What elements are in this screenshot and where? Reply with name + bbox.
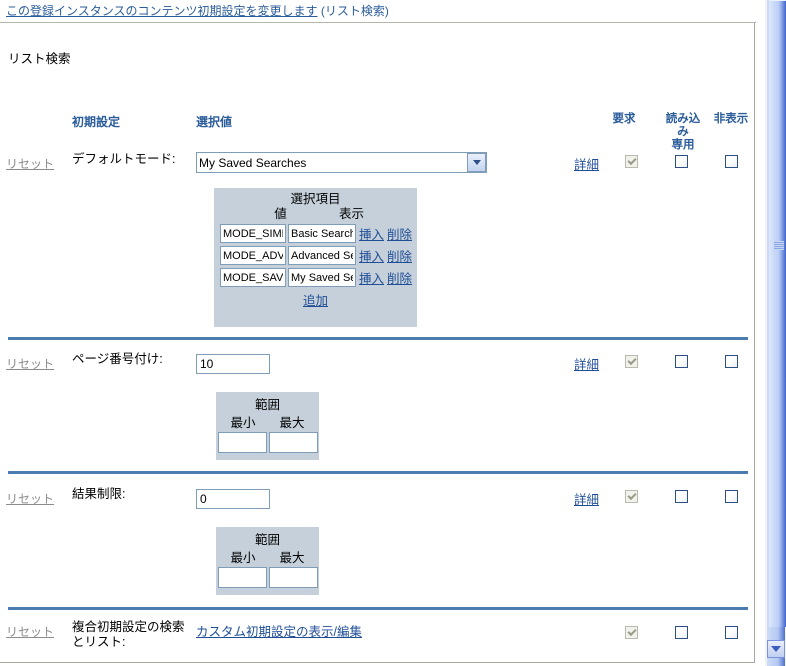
range-max-input[interactable] [268, 567, 318, 588]
insert-link[interactable]: 挿入 [359, 224, 384, 243]
choices-col-display: 表示 [338, 207, 364, 221]
choice-value-input[interactable] [220, 224, 286, 243]
readonly-checkbox-result-limit[interactable] [675, 490, 688, 503]
range-panel-result-limit: 範囲 最小 最大 [216, 527, 319, 595]
hidden-checkbox-composite-defaults[interactable] [725, 626, 738, 639]
row-divider [8, 471, 748, 474]
reset-link-default-mode[interactable]: リセット [6, 155, 54, 172]
result-limit-input[interactable] [196, 489, 270, 509]
choice-display-input[interactable] [288, 224, 356, 243]
delete-link[interactable]: 削除 [387, 268, 412, 287]
row-divider [8, 607, 748, 610]
range-panel-pagination: 範囲 最小 最大 [216, 392, 319, 460]
hidden-checkbox-pagination[interactable] [725, 355, 738, 368]
range-min-label: 最小 [230, 416, 256, 430]
field-label-result-limit: 結果制限: [72, 487, 126, 501]
reset-link-pagination[interactable]: リセット [6, 355, 54, 372]
choices-panel-title: 選択項目 [290, 192, 341, 206]
hidden-checkbox-default-mode[interactable] [725, 155, 738, 168]
page-root: この登録インスタンスのコンテンツ初期設定を変更します (リスト検索) リスト検索… [0, 0, 786, 666]
detail-link-pagination[interactable]: 詳細 [574, 354, 599, 373]
required-checkbox-composite-defaults [625, 626, 638, 639]
choices-col-value: 値 [274, 207, 287, 221]
hidden-checkbox-result-limit[interactable] [725, 490, 738, 503]
column-header-readonly-line2: み [677, 126, 689, 138]
reset-link-result-limit[interactable]: リセット [6, 490, 54, 507]
add-choice-link[interactable]: 追加 [214, 290, 417, 309]
detail-link-result-limit[interactable]: 詳細 [574, 489, 599, 508]
choice-row: 挿入 削除 [220, 224, 417, 243]
field-label-composite-defaults: 複合初期設定の検索とリスト: [72, 620, 185, 649]
choices-grid: 挿入 削除 挿入 削除 挿入 削除 [214, 224, 417, 287]
choice-row: 挿入 削除 [220, 246, 417, 265]
pagination-input[interactable] [196, 354, 270, 374]
insert-link[interactable]: 挿入 [359, 268, 384, 287]
column-header-readonly-line3: 専用 [671, 139, 695, 151]
column-header-selected-value: 選択値 [196, 115, 233, 129]
choice-display-input[interactable] [288, 268, 356, 287]
change-content-defaults-link[interactable]: この登録インスタンスのコンテンツ初期設定を変更します [6, 4, 318, 18]
page-title-suffix: (リスト検索) [320, 4, 389, 18]
insert-link[interactable]: 挿入 [359, 246, 384, 265]
scrollbar-grip-icon [774, 241, 784, 250]
choice-display-input[interactable] [288, 246, 356, 265]
range-panel-columns: 最小 最大 [216, 412, 319, 431]
scrollbar-track[interactable] [767, 0, 786, 666]
range-max-label: 最大 [279, 551, 305, 565]
field-label-pagination: ページ番号付け: [72, 352, 163, 366]
range-min-label: 最小 [230, 551, 256, 565]
range-max-input[interactable] [268, 432, 318, 453]
vertical-scrollbar[interactable] [764, 0, 786, 666]
column-header-readonly: 読み込 み 専用 [654, 113, 712, 152]
scroll-down-button[interactable] [767, 640, 785, 658]
delete-link[interactable]: 削除 [387, 224, 412, 243]
range-panel-title: 範囲 [254, 398, 280, 412]
choice-value-input[interactable] [220, 246, 286, 265]
column-header-required: 要求 [612, 113, 636, 125]
delete-link[interactable]: 削除 [387, 246, 412, 265]
page-title-bar: この登録インスタンスのコンテンツ初期設定を変更します (リスト検索) [6, 2, 766, 20]
choice-value-input[interactable] [220, 268, 286, 287]
choices-panel: 選択項目 値 表示 挿入 削除 挿入 削除 挿入 削除 [214, 188, 417, 327]
required-checkbox-pagination [625, 355, 638, 368]
range-min-input[interactable] [217, 432, 267, 453]
required-checkbox-result-limit [625, 490, 638, 503]
range-max-label: 最大 [279, 416, 305, 430]
range-inputs [216, 432, 319, 453]
readonly-checkbox-composite-defaults[interactable] [675, 626, 688, 639]
scrollbar-thumb[interactable] [769, 0, 786, 627]
column-header-default-setting: 初期設定 [72, 115, 121, 129]
detail-link-default-mode[interactable]: 詳細 [574, 154, 599, 173]
section-title: リスト検索 [8, 52, 71, 66]
view-edit-custom-defaults-link[interactable]: カスタム初期設定の表示/編集 [196, 621, 362, 640]
default-mode-select[interactable]: Basic Search Advanced Search My Saved Se… [196, 152, 487, 173]
reset-link-composite-defaults[interactable]: リセット [6, 623, 54, 640]
field-label-default-mode: デフォルトモード: [72, 152, 176, 166]
range-min-input[interactable] [217, 567, 267, 588]
readonly-checkbox-default-mode[interactable] [675, 155, 688, 168]
choices-panel-columns: 値 表示 [214, 207, 417, 222]
column-header-hidden: 非表示 [713, 113, 749, 125]
row-divider [8, 337, 748, 340]
range-panel-title: 範囲 [254, 533, 280, 547]
column-header-readonly-line1: 読み込 [665, 113, 701, 125]
range-panel-columns: 最小 最大 [216, 547, 319, 566]
range-inputs [216, 567, 319, 588]
readonly-checkbox-pagination[interactable] [675, 355, 688, 368]
choice-row: 挿入 削除 [220, 268, 417, 287]
required-checkbox-default-mode [625, 155, 638, 168]
